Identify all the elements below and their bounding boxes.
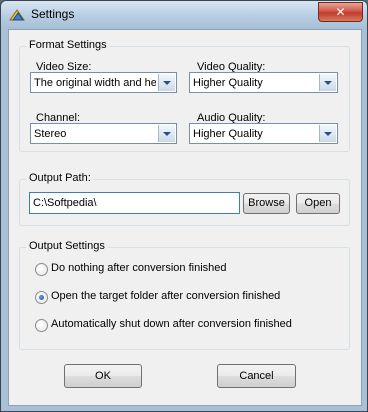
cancel-button[interactable]: Cancel [217,364,296,388]
video-size-select[interactable]: The original width and heig [30,72,177,93]
settings-window: Settings ✕ Format Settings Video Size: T… [0,0,368,412]
output-path-field[interactable]: C:\Softpedia\ [29,192,240,214]
settings-app-icon [9,9,25,21]
video-quality-value: Higher Quality [193,77,263,89]
radio-button[interactable] [35,263,48,276]
browse-button[interactable]: Browse [243,193,290,214]
radio-button-selected[interactable] [35,291,48,304]
output-settings-group: Output Settings Do nothing after convers… [19,240,350,350]
dialog-client-area: Format Settings Video Size: The original… [8,29,362,406]
ok-button[interactable]: OK [64,364,142,388]
format-settings-group: Format Settings Video Size: The original… [19,39,350,152]
chevron-down-icon[interactable] [158,74,175,91]
chevron-down-icon[interactable] [319,125,336,142]
format-settings-title: Format Settings [26,39,110,51]
open-button[interactable]: Open [296,193,340,214]
radio-label: Open the target folder after conversion … [51,290,281,302]
channel-select[interactable]: Stereo [30,123,177,144]
radio-label: Automatically shut down after conversion… [51,318,292,330]
audio-quality-value: Higher Quality [193,128,263,140]
video-size-value: The original width and heig [34,77,156,89]
chevron-down-icon[interactable] [158,125,175,142]
window-title: Settings [31,7,75,21]
radio-label: Do nothing after conversion finished [51,262,227,274]
output-settings-title: Output Settings [26,240,108,252]
channel-value: Stereo [34,128,67,140]
title-bar[interactable]: Settings ✕ [1,1,367,29]
chevron-down-icon[interactable] [319,74,336,91]
radio-button[interactable] [35,319,48,332]
output-path-group: Output Path: C:\Softpedia\ Browse Open [19,172,350,226]
output-path-title: Output Path: [26,172,94,184]
audio-quality-select[interactable]: Higher Quality [189,123,338,144]
video-quality-select[interactable]: Higher Quality [189,72,338,93]
close-button[interactable]: ✕ [318,2,363,22]
